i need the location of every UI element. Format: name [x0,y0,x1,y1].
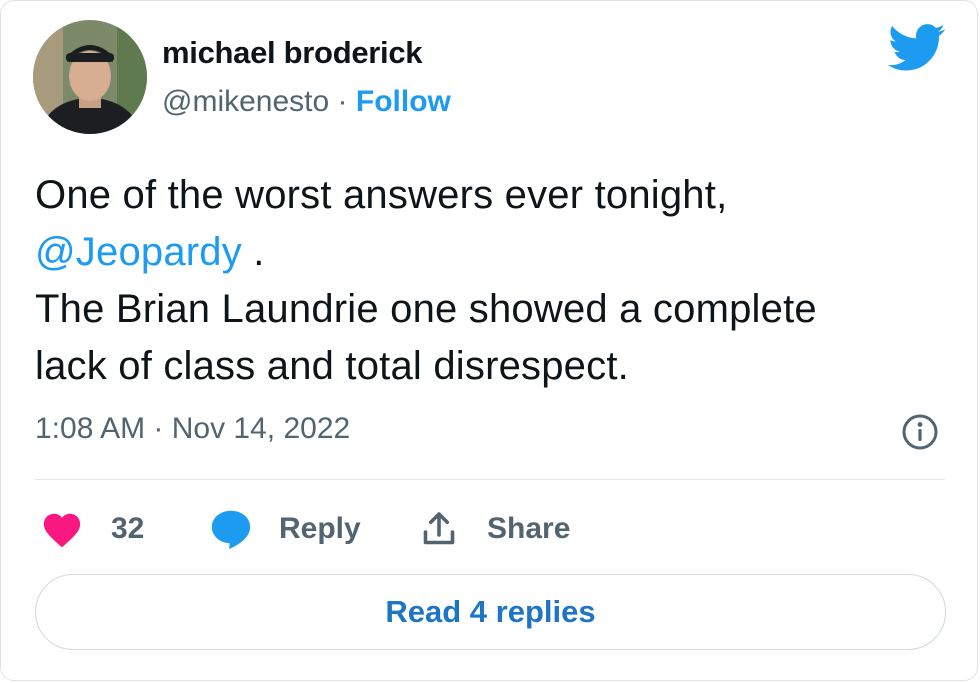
author-handle-row: @mikenesto · Follow [162,85,451,119]
tweet-line-4: lack of class and total disrespect. [35,344,629,388]
avatar[interactable] [33,20,147,134]
mention-link[interactable]: @Jeopardy [35,230,242,274]
twitter-bird-icon[interactable] [888,23,946,73]
tweet-card: michael broderick @mikenesto · Follow On… [0,0,978,681]
share-button[interactable]: Share [421,506,570,552]
reply-label: Reply [279,512,361,545]
handle-separator: · [337,85,348,118]
like-button[interactable]: 32 [41,506,144,552]
reply-button[interactable]: Reply [209,506,361,552]
tweet-line-1: One of the worst answers ever tonight, [35,173,728,217]
follow-link[interactable]: Follow [356,85,451,118]
tweet-timestamp[interactable]: 1:08 AM · Nov 14, 2022 [35,412,350,446]
share-label: Share [487,512,571,545]
speech-bubble-icon [209,508,253,550]
tweet-line-2: @Jeopardy . [35,224,955,281]
share-arrow-icon [421,509,457,549]
tweet-line-3: The Brian Laundrie one showed a complete [35,287,817,331]
info-icon[interactable] [901,413,939,451]
author-name[interactable]: michael broderick [162,35,423,71]
mention-suffix: . [241,230,265,274]
divider [35,479,945,480]
like-count: 32 [111,512,145,545]
tweet-text: One of the worst answers ever tonight, @… [35,167,955,395]
read-replies-button[interactable]: Read 4 replies [35,574,946,650]
author-handle[interactable]: @mikenesto [162,85,329,118]
heart-icon [41,510,83,548]
